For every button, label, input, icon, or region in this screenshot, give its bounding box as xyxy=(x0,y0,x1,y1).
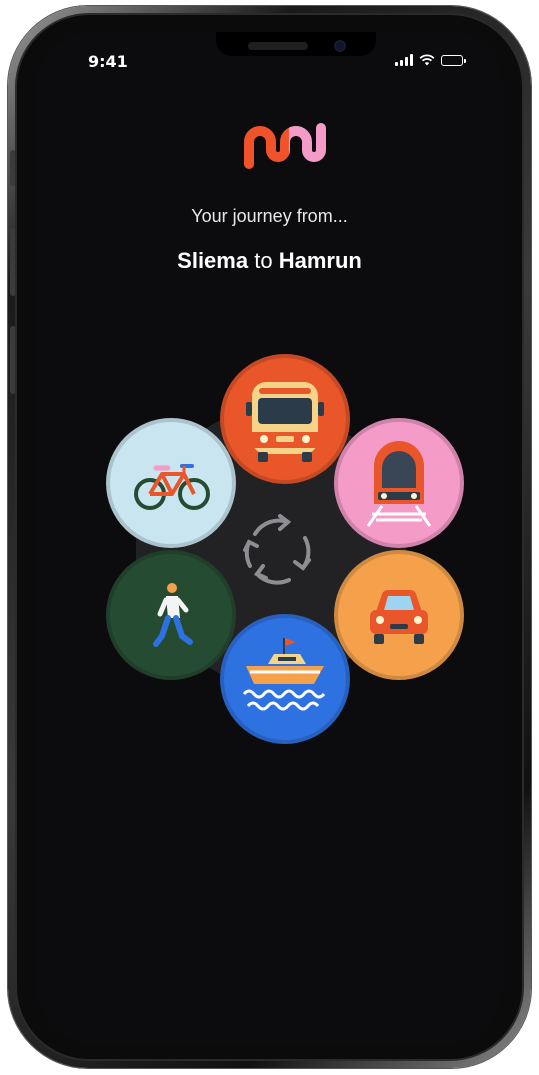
app-screen: 9:41 Your journey from... Sliema to Hamr… xyxy=(36,32,503,1043)
wifi-icon xyxy=(419,54,435,66)
refresh-cycle-icon[interactable] xyxy=(233,506,323,596)
car-mode-button[interactable] xyxy=(334,550,464,680)
ferry-icon xyxy=(242,638,326,711)
journey-subtitle: Your journey from... xyxy=(191,206,348,226)
front-camera xyxy=(334,40,346,52)
train-icon xyxy=(366,441,432,527)
bus-mode-button[interactable] xyxy=(220,354,350,484)
walk-mode-button[interactable] xyxy=(106,550,236,680)
destination-label: Hamrun xyxy=(278,248,362,273)
bicycle-mode-button[interactable] xyxy=(106,418,236,548)
cellular-signal-icon xyxy=(395,54,413,66)
journey-route: Sliema to Hamrun xyxy=(36,248,503,274)
train-mode-button[interactable] xyxy=(334,418,464,548)
status-time: 9:41 xyxy=(88,52,128,71)
battery-icon xyxy=(441,54,466,66)
car-icon xyxy=(370,589,428,644)
origin-label: Sliema xyxy=(177,248,249,273)
bus-icon xyxy=(246,382,324,462)
app-logo-icon xyxy=(244,123,326,169)
bicycle-icon xyxy=(134,464,210,510)
speaker-grille xyxy=(248,42,308,50)
route-connector: to xyxy=(254,248,273,273)
ferry-mode-button[interactable] xyxy=(220,614,350,744)
walking-person-icon xyxy=(153,583,193,647)
status-icons xyxy=(395,54,466,66)
